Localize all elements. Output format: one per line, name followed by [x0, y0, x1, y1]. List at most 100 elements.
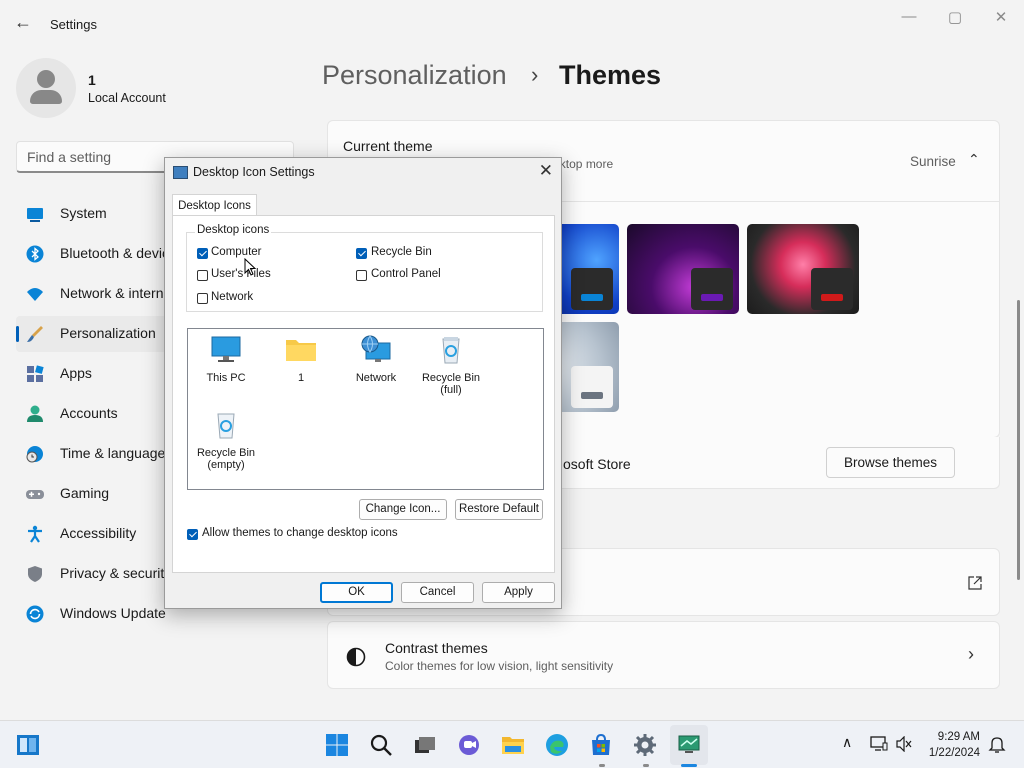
- sidebar-item-label: Time & language: [60, 445, 166, 461]
- computer-checkbox[interactable]: [197, 248, 208, 259]
- list-item[interactable]: 1: [264, 335, 338, 384]
- minimize-button[interactable]: —: [894, 8, 924, 28]
- current-theme-label: Current theme: [343, 138, 433, 154]
- recycle-bin-label: Recycle Bin: [371, 246, 432, 258]
- ok-button[interactable]: OK: [320, 582, 393, 603]
- list-item[interactable]: This PC: [189, 335, 263, 384]
- store-icon[interactable]: [589, 733, 613, 757]
- settings-gear-icon[interactable]: [633, 733, 657, 757]
- restore-default-button[interactable]: Restore Default: [455, 499, 543, 520]
- maximize-button[interactable]: ▢: [940, 8, 970, 28]
- taskbar: ∧ 9:29 AM 1/22/2024: [0, 720, 1024, 768]
- start-icon[interactable]: [325, 733, 349, 757]
- monitor-icon: [211, 336, 241, 362]
- users-files-label: User's Files: [211, 268, 271, 280]
- sidebar-item-label: Network & internet: [60, 285, 176, 301]
- running-app-indicator: [599, 764, 605, 767]
- gamepad-icon: [26, 490, 44, 499]
- notification-icon[interactable]: [988, 736, 1006, 754]
- search-placeholder: Find a setting: [27, 149, 112, 165]
- user-name: 1: [88, 72, 96, 88]
- back-arrow-icon[interactable]: ←: [14, 12, 36, 34]
- contrast-icon: [346, 647, 366, 667]
- allow-themes-label: Allow themes to change desktop icons: [202, 527, 398, 539]
- accounts-icon: [27, 405, 43, 422]
- group-label: Desktop icons: [195, 224, 272, 236]
- change-icon-button[interactable]: Change Icon...: [359, 499, 447, 520]
- desktop-icon-settings-app-icon[interactable]: [677, 733, 701, 757]
- task-view-icon[interactable]: [413, 733, 437, 757]
- apply-button[interactable]: Apply: [482, 582, 555, 603]
- sidebar-item-label: Apps: [60, 365, 92, 381]
- contrast-subtitle: Color themes for low vision, light sensi…: [385, 659, 614, 673]
- update-icon: [26, 605, 44, 623]
- accessibility-icon: [28, 525, 42, 543]
- theme-tile-captured-motion[interactable]: [747, 224, 859, 314]
- control-panel-label: Control Panel: [371, 268, 441, 280]
- close-button[interactable]: ✕: [986, 8, 1016, 28]
- recycle-bin-checkbox[interactable]: [356, 248, 367, 259]
- volume-muted-icon[interactable]: [896, 736, 912, 752]
- browse-themes-button[interactable]: Browse themes: [826, 447, 955, 478]
- cancel-button[interactable]: Cancel: [401, 582, 474, 603]
- scrollbar[interactable]: [1017, 300, 1020, 580]
- breadcrumb-parent[interactable]: Personalization: [322, 60, 507, 91]
- list-item[interactable]: Recycle Bin (full): [414, 335, 488, 396]
- widgets-icon[interactable]: [16, 733, 40, 757]
- theme-tile-glow[interactable]: [627, 224, 739, 314]
- tab-desktop-icons[interactable]: Desktop Icons: [172, 194, 257, 217]
- contrast-title: Contrast themes: [385, 640, 488, 656]
- computer-label: Computer: [211, 246, 262, 258]
- folder-icon: [286, 340, 316, 361]
- recycle-bin-full-icon: [442, 337, 460, 364]
- users-files-checkbox[interactable]: [197, 270, 208, 281]
- avatar[interactable]: [16, 58, 76, 118]
- network-checkbox[interactable]: [197, 293, 208, 304]
- icon-label: 1: [297, 372, 305, 384]
- mouse-cursor-icon: [244, 258, 256, 276]
- active-app-indicator: [681, 764, 697, 767]
- sidebar-item-label: System: [60, 205, 107, 221]
- dialog-close-button[interactable]: ✕: [539, 161, 553, 181]
- search-icon[interactable]: [369, 733, 393, 757]
- system-icon: [27, 208, 43, 222]
- shield-icon: [28, 566, 42, 582]
- chat-icon[interactable]: [457, 733, 481, 757]
- sidebar-item-label: Gaming: [60, 485, 110, 501]
- account-type: Local Account: [88, 91, 166, 105]
- current-theme-value: Sunrise: [910, 154, 956, 169]
- file-explorer-icon[interactable]: [501, 733, 525, 757]
- icon-label: Recycle Bin (full): [421, 372, 481, 396]
- control-panel-checkbox[interactable]: [356, 270, 367, 281]
- list-item[interactable]: Recycle Bin (empty): [189, 410, 263, 471]
- icon-label: Network: [355, 372, 397, 384]
- time-text: 9:29 AM: [937, 731, 980, 743]
- network-globe-icon: [361, 335, 391, 362]
- page-title: Themes: [559, 60, 662, 90]
- network-icon: [27, 288, 43, 301]
- sidebar-item-label: Windows Update: [60, 605, 166, 621]
- tray-clock[interactable]: 9:29 AM 1/22/2024: [929, 729, 980, 761]
- sidebar-item-label: Privacy & security: [60, 565, 172, 581]
- sidebar-item-label: Accounts: [60, 405, 118, 421]
- chevron-up-icon[interactable]: ⌃: [968, 151, 980, 168]
- tab-panel: Desktop icons Computer Recycle Bin User'…: [172, 215, 555, 573]
- tray-chevron-icon[interactable]: ∧: [842, 734, 852, 751]
- contrast-themes-row[interactable]: Contrast themes Color themes for low vis…: [327, 621, 1000, 689]
- dialog-app-icon: [173, 166, 188, 179]
- icon-label: Recycle Bin (empty): [196, 447, 256, 471]
- breadcrumb-separator: ›: [531, 62, 539, 87]
- chevron-right-icon: ›: [968, 644, 974, 664]
- dialog-title: Desktop Icon Settings: [193, 165, 315, 179]
- store-text: osoft Store: [563, 456, 631, 472]
- apps-icon: [27, 365, 44, 382]
- desktop-icon-settings-dialog: Desktop Icon Settings ✕ Desktop Icons De…: [164, 157, 562, 609]
- network-label: Network: [211, 291, 254, 303]
- display-icon[interactable]: [870, 736, 888, 752]
- allow-themes-checkbox[interactable]: [187, 529, 198, 540]
- running-app-indicator: [643, 764, 649, 767]
- clock-globe-icon: [26, 446, 43, 463]
- icon-list[interactable]: This PC 1 Network Recycle Bin (full) Rec…: [187, 328, 544, 490]
- list-item[interactable]: Network: [339, 335, 413, 384]
- edge-icon[interactable]: [545, 733, 569, 757]
